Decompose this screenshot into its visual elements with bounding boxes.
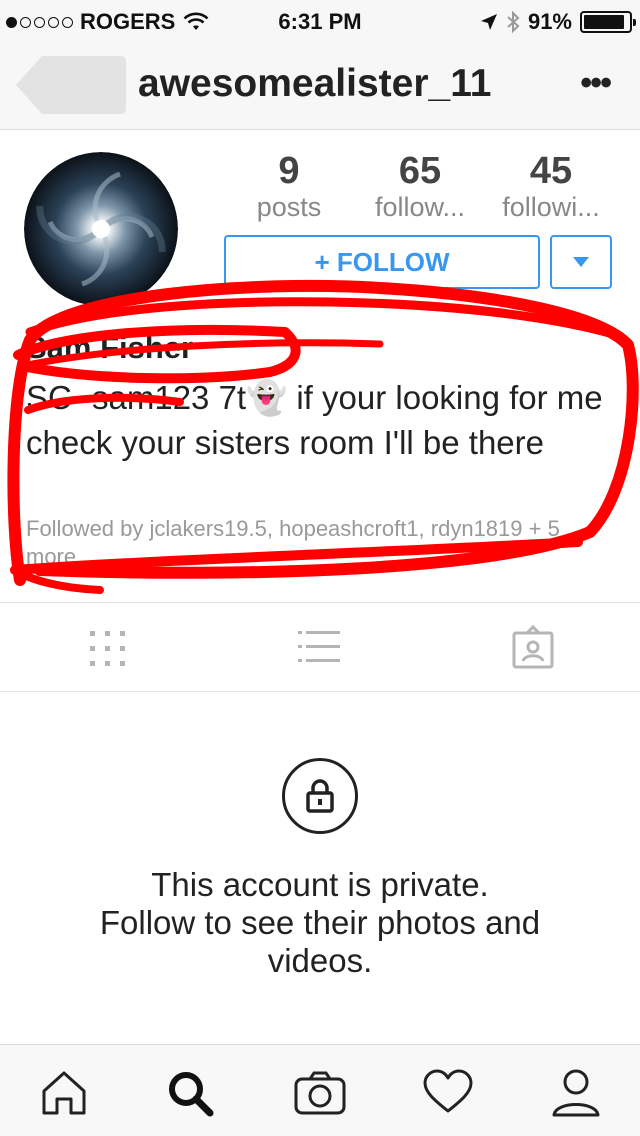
bluetooth-icon bbox=[507, 11, 520, 33]
follow-button[interactable]: + FOLLOW bbox=[224, 235, 540, 289]
battery-fill bbox=[584, 15, 625, 29]
battery-icon bbox=[580, 11, 636, 33]
list-view-icon[interactable] bbox=[296, 625, 344, 673]
profile-stats: 9 posts 65 follow... 45 followi... bbox=[236, 150, 616, 230]
posts-count: 9 bbox=[278, 150, 300, 192]
private-lock-badge bbox=[282, 758, 358, 834]
galaxy-avatar-image bbox=[24, 152, 178, 306]
search-icon[interactable] bbox=[162, 1065, 218, 1121]
camera-icon[interactable] bbox=[292, 1065, 348, 1121]
stat-followers[interactable]: 65 follow... bbox=[356, 150, 484, 222]
profile-bio: SC- sam123 7t👻 if your looking for me ch… bbox=[26, 379, 603, 461]
followers-label: follow... bbox=[374, 192, 466, 222]
private-message-line2: Follow to see their photos and videos. bbox=[99, 904, 541, 979]
profile-header-bar: awesomealister_11 ••• bbox=[0, 40, 640, 130]
status-bar: ROGERS 6:31 PM 91% bbox=[0, 0, 640, 40]
back-button[interactable] bbox=[16, 56, 126, 114]
grid-view-icon[interactable] bbox=[84, 625, 132, 673]
battery-percent: 91% bbox=[527, 9, 572, 34]
lock-icon bbox=[306, 779, 334, 813]
private-message-line1: This account is private. bbox=[151, 866, 489, 903]
stat-posts[interactable]: 9 posts bbox=[236, 150, 342, 222]
suggested-dropdown-button[interactable] bbox=[550, 235, 612, 289]
avatar[interactable] bbox=[24, 152, 178, 306]
followers-count: 65 bbox=[398, 150, 442, 192]
following-label: followi... bbox=[502, 192, 600, 222]
profile-username: awesomealister_11 bbox=[138, 62, 492, 105]
profile-full-name: Sam Fisher bbox=[26, 330, 194, 365]
profile-icon[interactable] bbox=[548, 1065, 604, 1121]
following-count: 45 bbox=[529, 150, 573, 192]
tagged-photos-icon[interactable] bbox=[510, 625, 558, 673]
posts-label: posts bbox=[256, 192, 322, 222]
status-right: 91% bbox=[480, 9, 636, 35]
profile-view-tabs bbox=[0, 602, 640, 692]
dropdown-arrow-icon bbox=[573, 257, 589, 267]
private-account-message: This account is private. Follow to see t… bbox=[0, 866, 640, 980]
more-options-button[interactable]: ••• bbox=[580, 64, 612, 103]
heart-icon[interactable] bbox=[420, 1065, 476, 1121]
stat-following[interactable]: 45 followi... bbox=[486, 150, 616, 222]
home-icon[interactable] bbox=[36, 1065, 92, 1121]
location-arrow-icon bbox=[480, 14, 497, 30]
bottom-navigation bbox=[0, 1044, 640, 1136]
followed-by-text[interactable]: Followed by jclakers19.5, hopeashcroft1,… bbox=[26, 515, 586, 567]
